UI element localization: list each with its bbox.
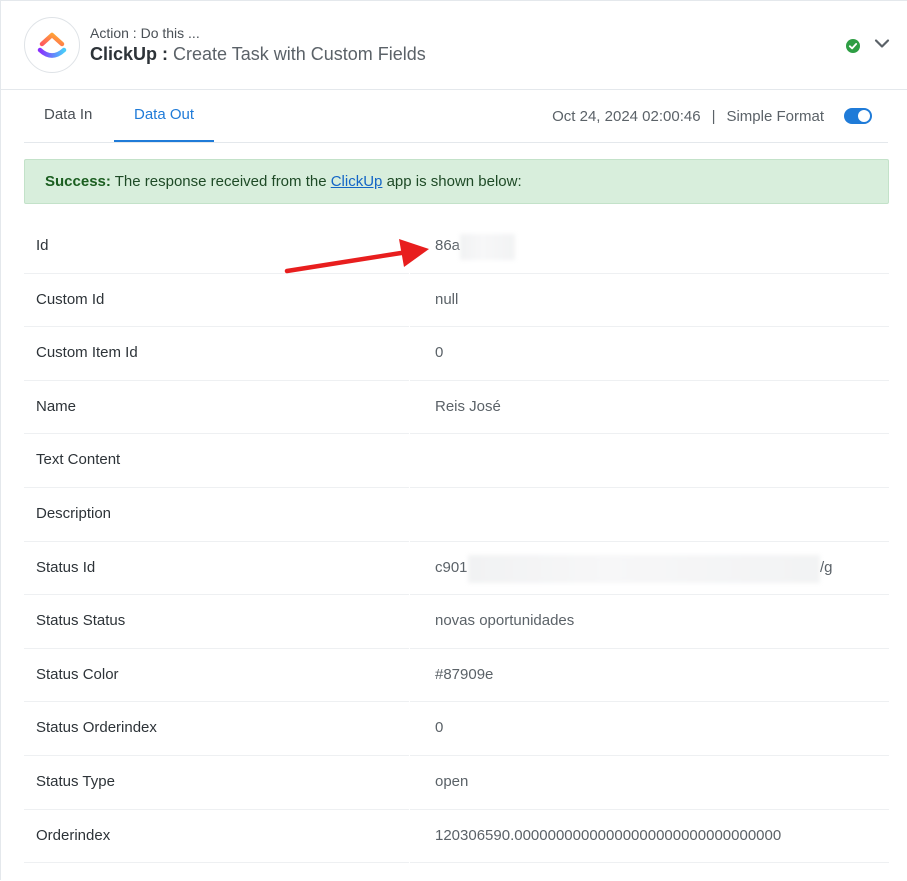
field-key: Status Status <box>24 595 409 649</box>
field-value: null <box>410 274 889 328</box>
table-row: Status Orderindex 0 <box>24 702 889 756</box>
field-key: Custom Id <box>24 274 409 328</box>
action-name: Create Task with Custom Fields <box>173 44 426 64</box>
field-value <box>410 488 889 542</box>
table-row: Status Type open <box>24 756 889 810</box>
table-row: Text Content <box>24 434 889 488</box>
app-name: ClickUp : <box>90 44 169 64</box>
field-key: Description <box>24 488 409 542</box>
redaction-blur <box>460 234 515 260</box>
table-row: Status Status novas oportunidades <box>24 595 889 649</box>
field-key: Text Content <box>24 434 409 488</box>
response-table: Id 86a Custom Id null Custom Item Id 0 N… <box>24 220 889 864</box>
field-key: Orderindex <box>24 810 409 864</box>
field-key: Status Color <box>24 649 409 703</box>
field-key: Custom Item Id <box>24 327 409 381</box>
action-subtitle: Action : Do this ... <box>90 25 200 41</box>
status-id-suffix: /g <box>820 558 833 576</box>
field-key: Name <box>24 381 409 435</box>
field-value: open <box>410 756 889 810</box>
tab-data-out[interactable]: Data Out <box>114 91 215 142</box>
action-panel: Action : Do this ... ClickUp : Create Ta… <box>0 0 907 880</box>
table-row: Name Reis José <box>24 381 889 435</box>
table-row: Status Color #87909e <box>24 649 889 703</box>
success-label: Success: <box>45 173 111 190</box>
table-row: Custom Id null <box>24 274 889 328</box>
table-row: Orderindex 120306590.0000000000000000000… <box>24 810 889 864</box>
simple-format-toggle[interactable] <box>844 108 872 124</box>
field-key: Id <box>24 220 409 274</box>
success-alert: Success: The response received from the … <box>24 159 889 204</box>
field-value: 0 <box>410 327 889 381</box>
table-row: Custom Item Id 0 <box>24 327 889 381</box>
data-tabs: Data In Data Out Oct 24, 2024 02:00:46 |… <box>24 91 888 143</box>
field-value: #87909e <box>410 649 889 703</box>
meta-separator: | <box>711 107 716 125</box>
field-value: Reis José <box>410 381 889 435</box>
simple-format-label: Simple Format <box>726 107 824 125</box>
table-row: Description <box>24 488 889 542</box>
field-value: 120306590.000000000000000000000000000000… <box>410 810 889 864</box>
clickup-app-link[interactable]: ClickUp <box>331 173 383 190</box>
alert-text-before: The response received from the <box>110 173 331 190</box>
field-value <box>410 434 889 488</box>
check-circle-icon <box>846 39 860 53</box>
action-header[interactable]: Action : Do this ... ClickUp : Create Ta… <box>1 1 907 90</box>
table-row: Id 86a <box>24 220 889 274</box>
toggle-knob <box>858 110 870 122</box>
clickup-logo <box>24 17 80 73</box>
field-value: c901 /g <box>410 542 889 596</box>
field-value: 86a <box>410 220 889 274</box>
field-key: Status Orderindex <box>24 702 409 756</box>
field-value: 0 <box>410 702 889 756</box>
id-value: 86a <box>435 237 461 254</box>
status-id-value: c901 <box>435 558 468 576</box>
chevron-down-icon[interactable] <box>874 37 890 51</box>
redaction-blur <box>468 554 820 583</box>
tab-data-in[interactable]: Data In <box>24 91 112 142</box>
field-key: Status Type <box>24 756 409 810</box>
field-key: Status Id <box>24 542 409 596</box>
table-row: Status Id c901 /g <box>24 542 889 596</box>
field-value: novas oportunidades <box>410 595 889 649</box>
action-title: ClickUp : Create Task with Custom Fields <box>90 44 426 65</box>
alert-text-after: app is shown below: <box>382 173 522 190</box>
execution-timestamp: Oct 24, 2024 02:00:46 <box>552 107 701 125</box>
output-meta: Oct 24, 2024 02:00:46 | Simple Format <box>552 91 872 141</box>
